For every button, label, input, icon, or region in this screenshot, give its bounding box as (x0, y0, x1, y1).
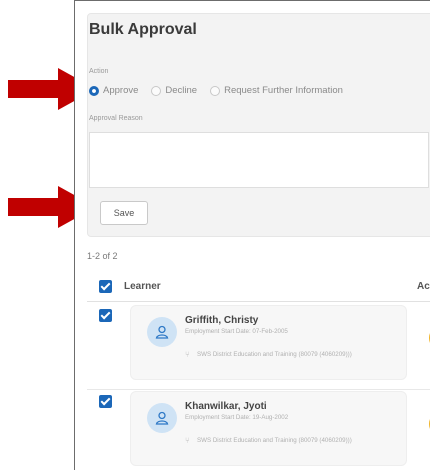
approve-radio[interactable] (89, 85, 99, 96)
approval-reason-label: Approval Reason (89, 115, 143, 122)
save-button[interactable]: Save (100, 201, 148, 225)
table-row: Khanwilkar, Jyoti Employment Start Date:… (87, 391, 430, 470)
organisation-icon: ⑂ (185, 436, 190, 445)
row-divider (87, 389, 430, 390)
decline-radio[interactable] (151, 85, 162, 96)
decline-label[interactable]: Decline (165, 85, 197, 96)
organisation-name: SWS District Education and Training (800… (197, 437, 352, 444)
action-radio-group: Approve Decline Request Further Informat… (89, 85, 352, 96)
organisation-icon: ⑂ (185, 350, 190, 359)
table-row: Griffith, Christy Employment Start Date:… (87, 305, 430, 390)
page-title: Bulk Approval (89, 21, 197, 38)
avatar (147, 317, 177, 347)
organisation-name: SWS District Education and Training (800… (197, 351, 352, 358)
approve-label[interactable]: Approve (103, 85, 138, 96)
action-label: Action (89, 68, 109, 75)
request-info-label[interactable]: Request Further Information (224, 85, 343, 96)
row-checkbox[interactable] (99, 395, 112, 408)
result-count: 1-2 of 2 (87, 251, 118, 261)
learner-name[interactable]: Griffith, Christy (185, 315, 258, 326)
learner-name[interactable]: Khanwilkar, Jyoti (185, 401, 267, 412)
person-icon (155, 325, 169, 339)
request-info-radio[interactable] (210, 85, 221, 96)
table-header: Learner Ac (87, 271, 430, 301)
learner-column-header[interactable]: Learner (124, 281, 161, 292)
employment-start-date: Employment Start Date: 07-Feb-2005 (185, 328, 288, 335)
next-column-header[interactable]: Ac (417, 281, 430, 292)
select-all-checkbox[interactable] (99, 279, 112, 293)
employment-start-date: Employment Start Date: 19-Aug-2002 (185, 414, 289, 421)
approval-reason-textarea[interactable] (89, 132, 429, 188)
bulk-approval-panel: Bulk Approval Action Approve Decline Req… (74, 0, 430, 470)
header-divider (87, 301, 430, 302)
avatar (147, 403, 177, 433)
row-checkbox[interactable] (99, 309, 112, 322)
person-icon (155, 411, 169, 425)
